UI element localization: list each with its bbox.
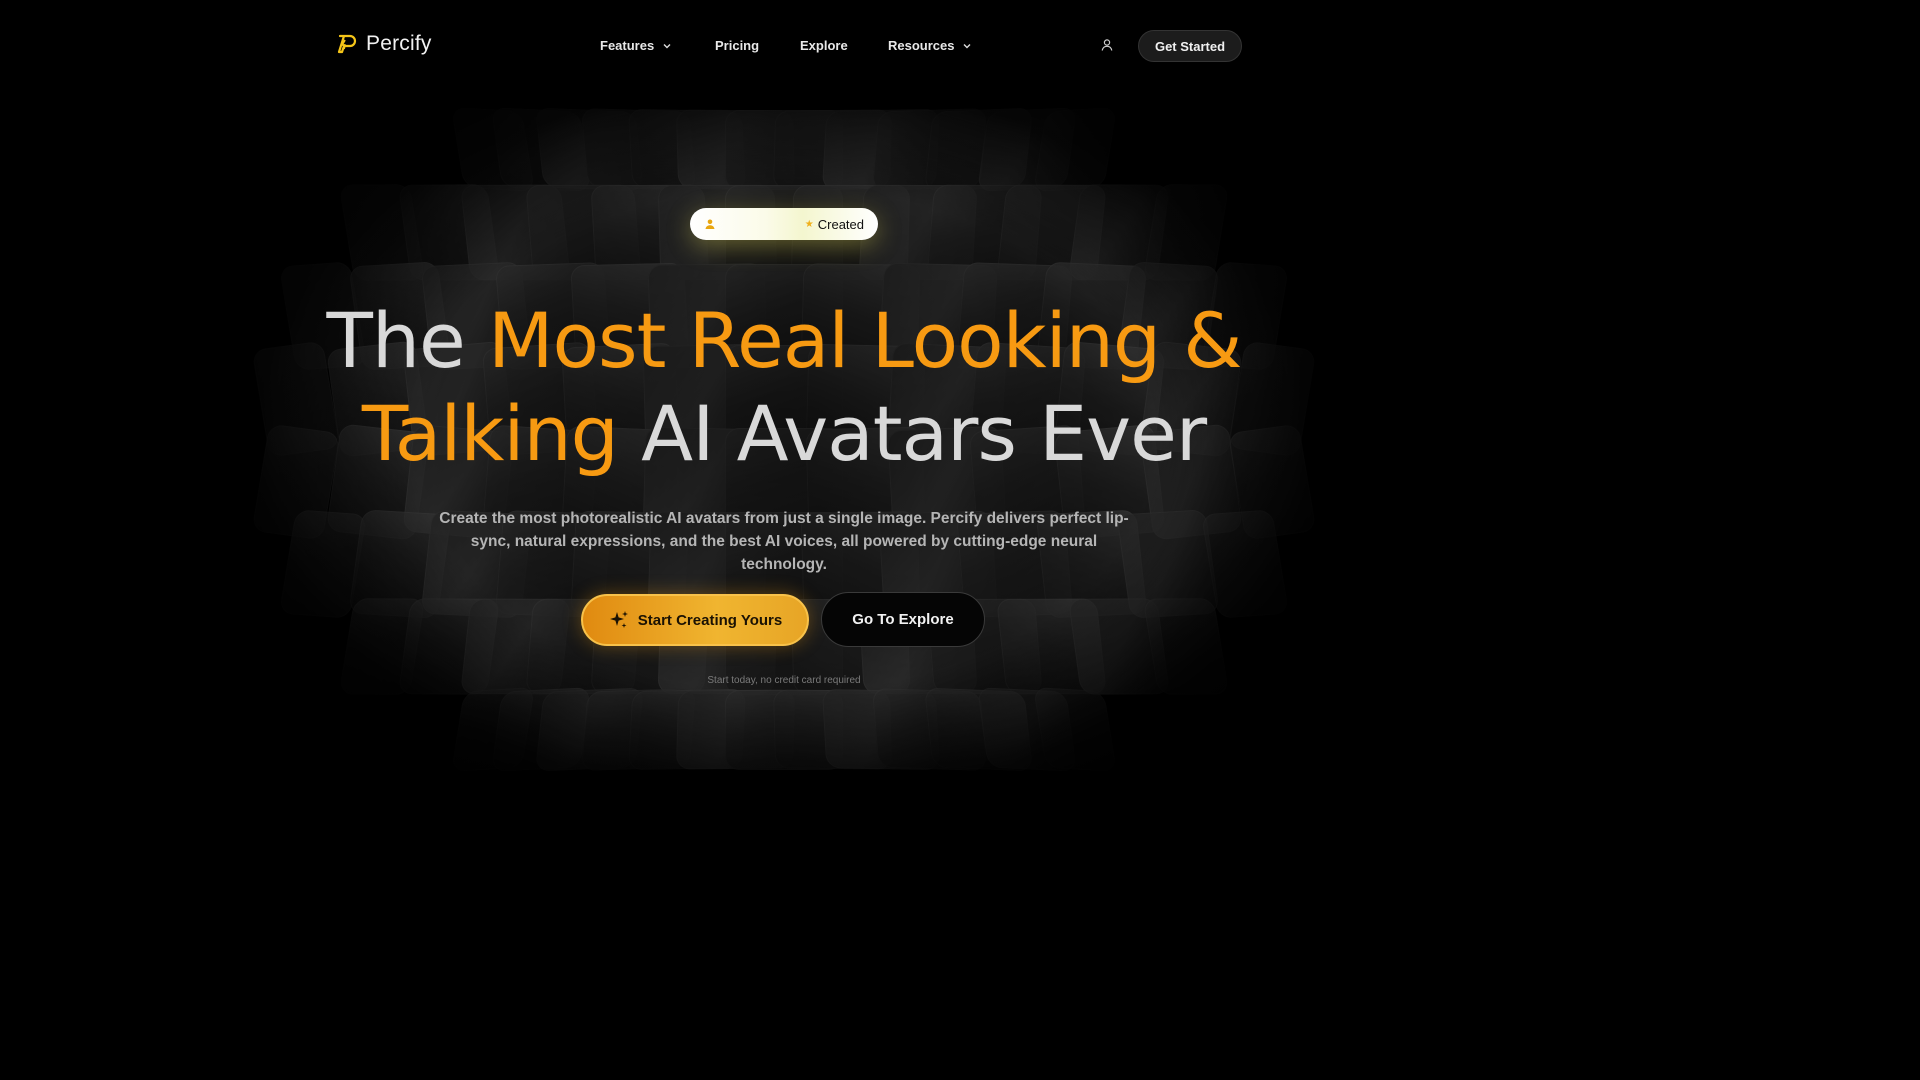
user-icon[interactable] bbox=[1100, 38, 1114, 52]
brand-logo[interactable]: Percify bbox=[334, 32, 432, 56]
star-icon: ★ bbox=[804, 218, 814, 230]
percify-logo-icon bbox=[337, 34, 357, 54]
chevron-down-icon bbox=[963, 43, 971, 48]
user-icon bbox=[705, 219, 715, 229]
nav-item-resources[interactable]: Resources bbox=[888, 38, 972, 53]
start-creating-label: Start Creating Yours bbox=[637, 611, 783, 629]
hero-title-plain: The bbox=[326, 296, 488, 385]
main-menu: Features Pricing Explore Resources bbox=[600, 38, 972, 53]
get-started-button[interactable]: Get Started bbox=[1138, 30, 1242, 62]
hero-title-plain: AI Avatars Ever bbox=[617, 389, 1207, 478]
nav-item-features[interactable]: Features bbox=[600, 38, 715, 53]
hero-title-line-2: Talking AI Avatars Ever bbox=[0, 388, 1568, 480]
nav-item-pricing[interactable]: Pricing bbox=[715, 38, 800, 53]
start-creating-button[interactable]: Start Creating Yours bbox=[581, 594, 809, 646]
nav-item-explore[interactable]: Explore bbox=[800, 38, 888, 53]
top-navigation: Percify Features Pricing Explore Resourc… bbox=[0, 0, 1568, 92]
nav-item-label: Pricing bbox=[715, 38, 760, 53]
go-to-explore-button[interactable]: Go To Explore bbox=[821, 592, 985, 647]
hero-subtitle-line: Create the most photorealistic AI avatar… bbox=[439, 510, 1129, 527]
brand-name: Percify bbox=[366, 32, 432, 55]
nav-item-label: Features bbox=[600, 38, 655, 53]
nav-item-label: Resources bbox=[888, 38, 955, 53]
sparkle-icon bbox=[609, 611, 628, 628]
hero-title-line-1: The Most Real Looking & bbox=[0, 295, 1568, 387]
hero-subtitle-line: sync, natural expressions, and the best … bbox=[470, 533, 1098, 573]
created-badge: ★ Created bbox=[690, 208, 878, 240]
badge-label: Created bbox=[817, 216, 864, 232]
no-credit-card-note: Start today, no credit card required bbox=[707, 675, 861, 686]
nav-item-label: Explore bbox=[800, 38, 848, 53]
hero-subtitle: Create the most photorealistic AI avatar… bbox=[430, 507, 1138, 576]
hero-title-accent: Talking bbox=[361, 389, 619, 478]
chevron-down-icon bbox=[663, 43, 671, 48]
hero-title-accent: Most Real Looking & bbox=[487, 296, 1243, 385]
